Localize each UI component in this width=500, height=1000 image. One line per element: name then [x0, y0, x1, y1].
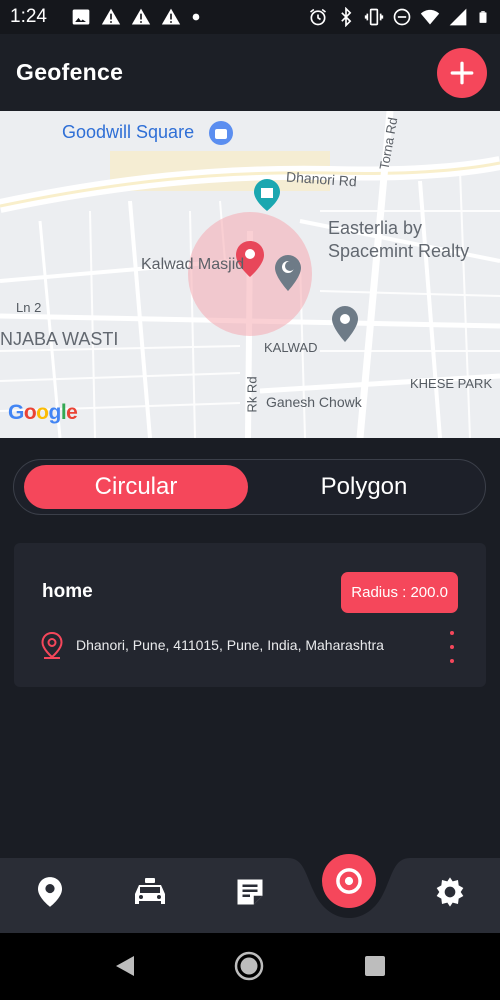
google-logo: Google: [8, 401, 78, 424]
recents-icon: [365, 956, 385, 976]
radius-badge: Radius : 200.0: [341, 572, 458, 613]
page-title: Geofence: [16, 59, 124, 85]
bottom-nav: [0, 858, 500, 933]
map-label-easterlia-1: Easterlia by: [328, 218, 423, 238]
tab-circular[interactable]: Circular: [24, 465, 248, 509]
app-header: Geofence: [0, 34, 500, 111]
map-label-rk-rd: Rk Rd: [244, 376, 260, 413]
image-icon: [72, 9, 90, 25]
location-icon: [38, 877, 62, 907]
more-vertical-icon[interactable]: [446, 631, 458, 663]
status-time: 1:24: [10, 6, 47, 27]
system-nav-bar: [0, 933, 500, 1000]
geofence-target-icon: [336, 868, 362, 894]
home-button[interactable]: [234, 951, 264, 981]
recents-button[interactable]: [360, 951, 390, 981]
battery-icon: [479, 11, 487, 23]
address-row: Dhanori, Pune, 411015, Pune, India, Maha…: [40, 631, 384, 659]
map-label-njaba: NJABA WASTI: [0, 329, 119, 349]
nav-vehicles[interactable]: [130, 872, 170, 912]
map-label-kalwad-masjid: Kalwad Masjid: [141, 256, 245, 273]
map-label-kalwad: KALWAD: [264, 340, 318, 355]
alert-icon: [101, 8, 121, 25]
map-label-easterlia-2: Spacemint Realty: [328, 241, 470, 261]
do-not-disturb-icon: [393, 8, 411, 26]
home-icon: [234, 951, 264, 981]
nav-geofence[interactable]: [322, 854, 376, 908]
signal-icon: [449, 8, 467, 26]
map-view[interactable]: Goodwill Square Dhanori Rd Torna Rd East…: [0, 111, 500, 438]
back-icon: [116, 956, 134, 976]
plus-icon: [450, 61, 474, 85]
notes-icon: [237, 879, 263, 905]
geofence-name: home: [42, 581, 93, 602]
alarm-icon: [310, 8, 326, 26]
vibrate-icon: [364, 8, 384, 26]
location-pin-icon: [41, 631, 63, 659]
geofence-card[interactable]: home Radius : 200.0 Dhanori, Pune, 41101…: [14, 543, 486, 687]
settings-icon: [436, 877, 464, 907]
dot-icon: [192, 13, 200, 21]
geofence-address: Dhanori, Pune, 411015, Pune, India, Maha…: [76, 637, 384, 653]
shape-tab-bar: Circular Polygon: [13, 459, 486, 515]
tab-polygon[interactable]: Polygon: [252, 465, 476, 509]
nav-settings[interactable]: [430, 872, 470, 912]
map-label-khese: KHESE PARK: [410, 376, 493, 391]
map-label-goodwill: Goodwill Square: [62, 122, 195, 142]
alert-icon: [161, 8, 181, 25]
bluetooth-icon: [341, 7, 352, 27]
nav-notes[interactable]: [230, 872, 270, 912]
map-label-ganesh: Ganesh Chowk: [266, 394, 362, 410]
alert-icon: [131, 8, 151, 25]
add-geofence-button[interactable]: [437, 48, 487, 98]
status-bar: 1:24: [0, 0, 500, 34]
car-icon: [135, 878, 165, 904]
map-label-ln2: Ln 2: [16, 300, 42, 315]
back-button[interactable]: [110, 951, 140, 981]
nav-location[interactable]: [30, 872, 70, 912]
wifi-icon: [420, 9, 440, 25]
